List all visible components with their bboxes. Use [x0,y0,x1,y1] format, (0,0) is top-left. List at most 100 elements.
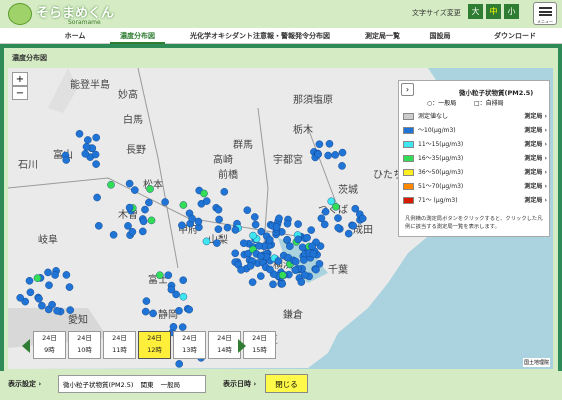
mascot-logo-icon[interactable] [8,3,32,25]
station-marker[interactable] [161,198,169,206]
station-marker[interactable] [285,242,294,250]
nav-oxidant-warning-map[interactable]: 光化学オキシダント注意報・警報発令分布図 [180,28,340,44]
station-marker[interactable] [278,279,287,288]
station-marker[interactable] [283,219,292,228]
station-marker[interactable] [200,189,208,198]
font-small-button[interactable]: 小 [504,4,519,19]
station-marker[interactable] [275,214,283,223]
station-marker[interactable] [298,243,307,252]
station-marker[interactable] [141,307,150,316]
station-marker[interactable] [124,222,132,230]
station-marker[interactable] [141,205,149,214]
station-marker[interactable] [179,201,188,209]
station-marker[interactable] [62,271,71,279]
station-marker[interactable] [93,193,101,202]
station-marker[interactable] [125,179,134,188]
station-marker[interactable] [266,265,274,274]
station-marker[interactable] [213,239,221,247]
station-list-button[interactable]: 測定局 › [524,168,547,177]
station-marker[interactable] [344,229,353,238]
station-marker[interactable] [48,300,56,309]
station-marker[interactable] [81,150,90,158]
station-marker[interactable] [33,274,42,282]
station-marker[interactable] [265,235,274,244]
station-marker[interactable] [297,278,306,286]
station-marker[interactable] [75,130,84,138]
station-list-button[interactable]: 測定局 › [524,154,547,163]
station-marker[interactable] [300,256,308,264]
station-marker[interactable] [214,225,223,233]
timeline-hour-button[interactable]: 24日 15時 [243,331,276,359]
station-marker[interactable] [307,226,316,234]
station-marker[interactable] [321,207,330,216]
station-marker[interactable] [26,288,35,297]
station-marker[interactable] [250,213,259,221]
station-marker[interactable] [283,235,292,244]
timeline-next-arrow[interactable] [238,339,246,353]
station-marker[interactable] [325,140,334,148]
station-marker[interactable] [314,150,323,159]
station-marker[interactable] [92,133,100,142]
station-marker[interactable] [309,249,318,258]
station-marker[interactable] [215,215,223,224]
station-marker[interactable] [324,151,332,160]
zoom-in-button[interactable]: + [12,72,28,86]
station-marker[interactable] [45,281,53,289]
station-marker[interactable] [334,214,342,222]
station-marker[interactable] [179,276,187,284]
station-marker[interactable] [320,220,329,229]
station-marker[interactable] [338,162,346,170]
station-marker[interactable] [131,186,139,194]
station-marker[interactable] [308,242,316,251]
station-marker[interactable] [188,214,196,223]
station-marker[interactable] [95,221,103,230]
station-list-button[interactable]: 測定局 › [524,196,547,205]
station-marker[interactable] [239,239,248,247]
station-marker[interactable] [255,242,263,250]
timeline-hour-button[interactable]: 24日 10時 [68,331,101,359]
station-marker[interactable] [138,227,147,236]
timeline-hour-button[interactable]: 24日 14時 [208,331,241,359]
font-large-button[interactable]: 大 [468,4,483,19]
station-marker[interactable] [294,220,302,228]
station-marker[interactable] [334,223,343,232]
station-marker[interactable] [274,257,283,265]
station-marker[interactable] [351,204,360,213]
nav-national-stations[interactable]: 国設局 [420,28,460,44]
station-marker[interactable] [300,271,309,279]
station-marker[interactable] [147,216,156,225]
display-settings-box[interactable]: 微小粒子状物質(PM2.5) 関東 一般局 [58,375,206,393]
station-marker[interactable] [257,227,266,236]
nav-concentration-map[interactable]: 濃度分布図 [110,28,165,44]
station-marker[interactable] [146,185,154,193]
station-marker[interactable] [92,160,100,168]
station-marker[interactable] [65,283,74,291]
station-marker[interactable] [249,231,257,240]
station-marker[interactable] [164,271,173,279]
station-list-button[interactable]: 測定局 › [524,182,547,191]
station-list-button[interactable]: 測定局 › [524,140,547,149]
font-medium-button[interactable]: 中 [486,4,501,19]
nav-home[interactable]: ホーム [40,28,110,44]
station-marker[interactable] [291,266,300,274]
station-marker[interactable] [179,292,188,301]
station-marker[interactable] [338,148,347,157]
station-list-button[interactable]: 測定局 › [524,112,547,121]
station-marker[interactable] [145,198,153,207]
station-marker[interactable] [231,226,240,234]
station-marker[interactable] [91,150,100,159]
timeline-hour-button[interactable]: 24日 13時 [173,331,206,359]
station-marker[interactable] [44,268,52,277]
nav-download[interactable]: ダウンロード [485,28,545,44]
nav-station-list[interactable]: 測定局一覧 [355,28,410,44]
station-marker[interactable] [194,217,203,226]
station-marker[interactable] [35,294,43,303]
station-marker[interactable] [178,221,186,230]
station-marker[interactable] [223,223,232,232]
station-marker[interactable] [214,205,223,214]
station-marker[interactable] [312,265,320,274]
station-marker[interactable] [294,235,303,244]
station-marker[interactable] [109,230,118,239]
station-marker[interactable] [327,197,336,206]
station-marker[interactable] [202,237,211,246]
